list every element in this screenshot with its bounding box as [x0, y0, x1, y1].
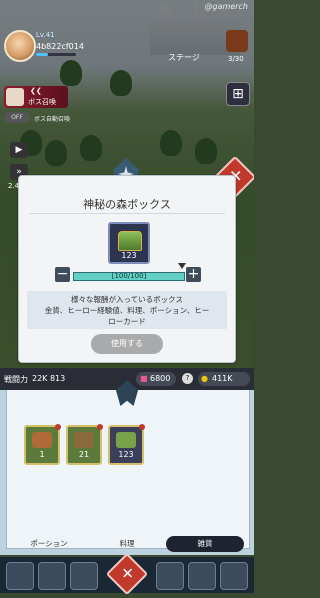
xp-bar	[36, 53, 76, 56]
nav-scroll-icon[interactable]	[188, 562, 216, 590]
notification-dot	[55, 424, 61, 430]
desc-line-3: ローカード	[108, 317, 146, 326]
stage-count: 3/30	[228, 55, 244, 63]
auto-summon[interactable]: OFF ボス自動召喚	[4, 112, 84, 124]
player-info[interactable]: Lv.41 4b822cf014	[4, 30, 94, 64]
inventory-tabs: ポーション 料理 雑貨	[10, 536, 244, 552]
slider-knob[interactable]	[178, 263, 186, 269]
gem-icon: ■	[140, 374, 148, 383]
modal-title: 神秘の森ボックス	[83, 198, 171, 211]
coin-icon: ●	[201, 374, 208, 383]
box-modal: 神秘の森ボックス 123 − [100/100] + 様々な報酬が入っているボッ…	[18, 175, 236, 363]
notification-dot	[97, 424, 103, 430]
power-value: 22K 813	[32, 374, 66, 383]
slider-value: [100/100]	[111, 272, 147, 280]
tab-misc[interactable]: 雑貨	[166, 536, 244, 552]
item-icon	[74, 432, 94, 448]
tab-food[interactable]: 料理	[88, 536, 166, 552]
notification-dot	[139, 424, 145, 430]
boss-summon-label: ボス召喚	[28, 98, 56, 106]
auto-summon-toggle[interactable]: OFF	[4, 112, 30, 123]
chest-icon	[116, 432, 136, 448]
video-icon[interactable]: ▶	[10, 142, 28, 158]
nav-chest-icon[interactable]	[70, 562, 98, 590]
use-button[interactable]: 使用する	[91, 334, 163, 354]
menu-grid-icon[interactable]: ⊞	[226, 82, 250, 106]
boss-summon-button[interactable]: ❮❮ ボス召喚	[4, 86, 68, 108]
desc-line-1: 様々な報酬が入っているボックス	[71, 295, 183, 304]
wing-icon: ❮❮	[30, 87, 42, 95]
item-description: 様々な報酬が入っているボックス 金貨、ヒーロー経験値、料理、ポーション、ヒー ロ…	[27, 291, 227, 329]
power-label: 戦闘力	[4, 375, 28, 384]
inventory-area	[0, 390, 254, 555]
slot-count: 21	[78, 450, 90, 459]
nav-hero-icon[interactable]	[6, 562, 34, 590]
avatar[interactable]	[4, 30, 36, 62]
boss-icon	[6, 88, 24, 106]
inventory-slot[interactable]: 123	[108, 424, 145, 465]
watermark: @gamerch	[204, 2, 248, 11]
item-count: 123	[121, 251, 137, 260]
chest-icon	[118, 231, 142, 251]
minus-button[interactable]: −	[55, 267, 70, 282]
nav-ship-icon[interactable]	[38, 562, 66, 590]
character-icon[interactable]	[226, 30, 248, 52]
help-icon[interactable]: ?	[182, 373, 193, 384]
nav-crest-icon[interactable]	[156, 562, 184, 590]
slot-count: 123	[118, 450, 134, 459]
inventory-panel	[6, 390, 250, 549]
inventory-slot[interactable]: 1	[24, 424, 61, 465]
inventory-slot[interactable]: 21	[66, 424, 103, 465]
plus-button[interactable]: +	[186, 267, 201, 282]
tab-potion[interactable]: ポーション	[10, 536, 88, 552]
item-frame: 123	[108, 222, 150, 264]
slot-count: 1	[39, 450, 45, 459]
gold-count: 411K	[212, 374, 233, 383]
player-name: 4b822cf014	[36, 42, 84, 51]
close-icon: ✕	[121, 564, 134, 583]
item-icon	[32, 432, 52, 448]
nav-settings-icon[interactable]	[220, 562, 248, 590]
slider-track[interactable]: [100/100]	[73, 272, 185, 281]
player-level: Lv.41	[36, 31, 55, 39]
divider	[29, 213, 225, 214]
desc-line-2: 金貨、ヒーロー経験値、料理、ポーション、ヒー	[44, 306, 210, 315]
quantity-slider[interactable]: − [100/100] +	[55, 263, 201, 282]
gem-count: 6800	[150, 374, 171, 383]
auto-summon-label: ボス自動召喚	[34, 116, 71, 123]
stage-label: ステージ	[168, 53, 200, 62]
